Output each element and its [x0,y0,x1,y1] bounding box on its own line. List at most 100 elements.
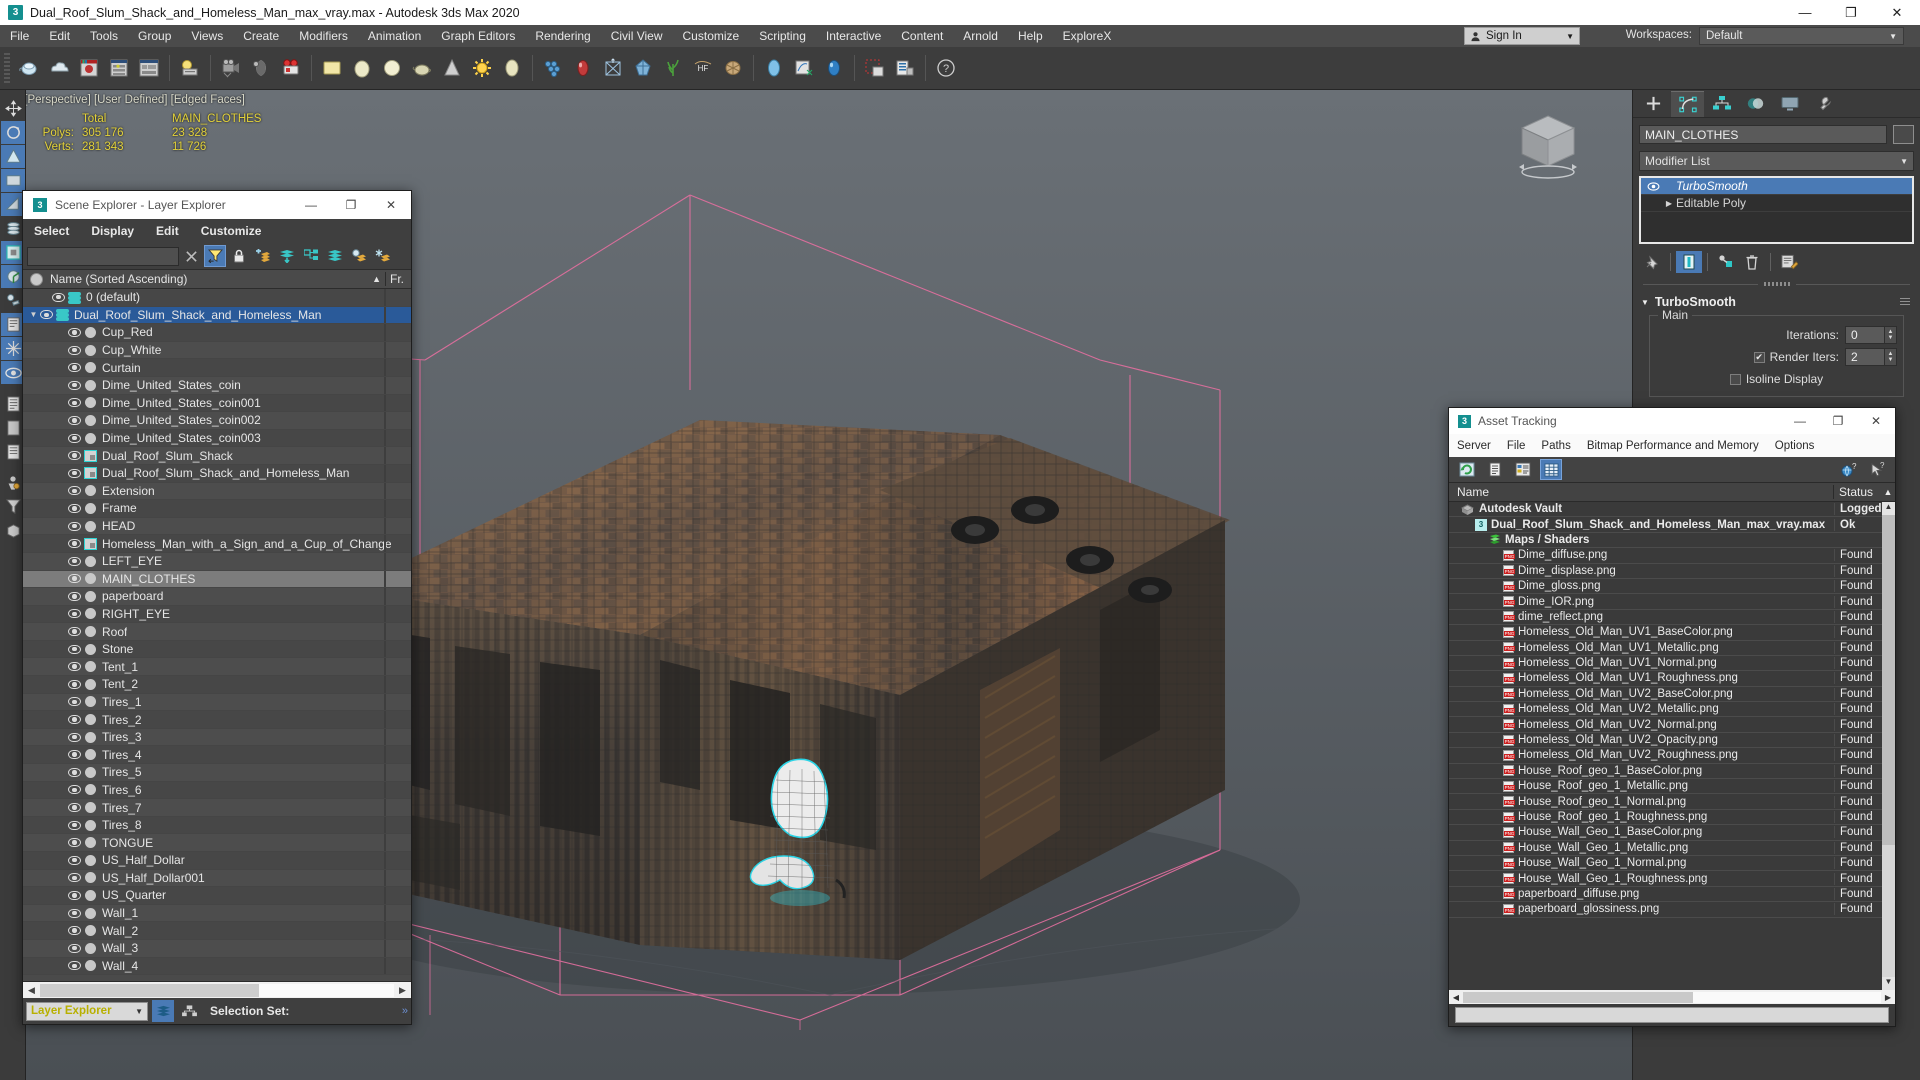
layer-row[interactable]: MAIN_CLOTHES [23,570,411,589]
eye-icon[interactable] [67,627,82,637]
render-production-icon[interactable] [891,54,919,82]
material-editor-icon[interactable] [539,54,567,82]
close-icon[interactable]: ✕ [371,191,411,219]
hscroll-thumb[interactable] [40,983,260,997]
select-link-icon[interactable] [75,54,103,82]
scene-explorer-menu-customize[interactable]: Customize [190,224,273,238]
freeze-layer-icon[interactable] [372,245,394,267]
search-input[interactable] [27,246,179,266]
rotate-icon[interactable] [1,121,25,144]
show-end-result-icon[interactable] [1676,251,1702,273]
crystal-icon[interactable] [629,54,657,82]
menu-item-edit[interactable]: Edit [39,25,80,47]
minimize-icon[interactable]: — [1782,0,1828,25]
layer-row[interactable]: Extension [23,482,411,501]
ellipse-light-icon[interactable] [498,54,526,82]
scroll-left-icon[interactable]: ◀ [23,985,40,996]
layer-row[interactable]: Wall_4 [23,957,411,976]
asset-row[interactable]: PNG Homeless_Old_Man_UV1_Normal.png Found [1449,656,1882,672]
eye-icon[interactable] [67,486,82,496]
layer-row[interactable]: US_Half_Dollar001 [23,869,411,888]
eye-icon[interactable] [67,415,82,425]
layer-row[interactable]: Tires_7 [23,799,411,817]
rectangle-select-icon[interactable] [318,54,346,82]
eye-icon[interactable] [67,890,82,900]
menu-item-rendering[interactable]: Rendering [525,25,600,47]
tab-create[interactable] [1637,91,1670,117]
menu-item-file[interactable]: File [0,25,39,47]
layer-row[interactable]: HEAD [23,517,411,536]
delete-modifier-icon[interactable] [1739,251,1765,273]
tab-display[interactable] [1773,91,1806,117]
eye-icon[interactable] [67,556,82,566]
asset-row[interactable]: PNG Homeless_Old_Man_UV2_Roughness.png Fou… [1449,748,1882,764]
asset-menu-server[interactable]: Server [1449,440,1499,452]
filter-icon[interactable] [204,245,226,267]
help-globe-icon[interactable]: ? [1838,459,1860,480]
eye-icon[interactable] [67,503,82,513]
modifier-eye-icon[interactable] [1644,181,1662,191]
eye-icon[interactable] [67,855,82,865]
layer-row[interactable]: Dual_Roof_Slum_Shack [23,447,411,465]
asset-row[interactable]: PNG Dime_IOR.png Found [1449,594,1882,610]
scroll-left-icon[interactable]: ◀ [1449,993,1463,1002]
asset-row[interactable]: PNG Homeless_Old_Man_UV1_Metallic.png Foun… [1449,641,1882,656]
foliage-icon[interactable] [659,54,687,82]
menu-item-explorex[interactable]: ExploreX [1053,25,1122,47]
eye-icon[interactable] [67,398,82,408]
layer-row[interactable]: Tires_5 [23,764,411,782]
eye-icon[interactable] [67,662,82,672]
tab-hierarchy[interactable] [1705,91,1738,117]
asset-row[interactable]: PNG House_Wall_Geo_1_Normal.png Found [1449,856,1882,872]
asset-row[interactable]: PNG House_Roof_geo_1_Roughness.png Found [1449,810,1882,826]
modifier-list-select[interactable]: Modifier List ▼ [1639,151,1914,171]
eye-icon[interactable] [67,697,82,707]
align-icon[interactable] [599,54,627,82]
asset-row[interactable]: PNG Dime_diffuse.png Found [1449,548,1882,564]
layer-row[interactable]: Cup_White [23,341,411,360]
layer-row[interactable]: Wall_3 [23,939,411,958]
eye-icon[interactable] [67,363,82,373]
expand-chevron-icon[interactable]: » [402,1005,408,1017]
eye-icon[interactable] [39,310,54,320]
make-unique-icon[interactable] [1713,251,1739,273]
hscroll-thumb[interactable] [1463,991,1693,1003]
asset-row[interactable]: PNG Homeless_Old_Man_UV2_BaseColor.png Fou… [1449,687,1882,703]
eye-icon[interactable] [67,327,82,337]
eye-icon[interactable] [67,838,82,848]
select-object-icon[interactable] [217,54,245,82]
toolbar-grip[interactable] [4,53,10,83]
render-iters-spinner[interactable]: 2 ▲ ▼ [1845,348,1897,366]
eye-icon[interactable] [67,732,82,742]
layer-row[interactable]: Dime_United_States_coin002 [23,412,411,430]
menu-item-customize[interactable]: Customize [673,25,750,47]
asset-row[interactable]: PNG dime_reflect.png Found [1449,610,1882,626]
select-by-name-icon[interactable] [247,54,275,82]
pin-stack-icon[interactable] [1639,251,1665,273]
layers-icon[interactable] [324,245,346,267]
layer-row[interactable]: Roof [23,623,411,641]
asset-row[interactable]: PNG paperboard_glossiness.png Found [1449,902,1882,918]
eye-icon[interactable] [67,679,82,689]
modifier-stack-item[interactable]: ▶ Editable Poly [1641,195,1912,212]
hierarchy-mode-icon[interactable] [178,1000,200,1022]
configure-modifier-sets-icon[interactable] [1776,251,1802,273]
asset-row[interactable]: PNG Dime_displase.png Found [1449,564,1882,579]
asset-menu-file[interactable]: File [1499,440,1534,452]
eye-icon[interactable] [67,926,82,936]
scroll-right-icon[interactable]: ▶ [394,985,411,996]
modifier-stack-item[interactable]: TurboSmooth [1641,178,1912,195]
scroll-up-icon[interactable]: ▲ [1882,502,1895,515]
eye-icon[interactable] [67,609,82,619]
redo-icon[interactable] [45,54,73,82]
close-icon[interactable]: ✕ [1857,408,1895,434]
layer-row[interactable]: Tent_1 [23,658,411,677]
asset-menu-options[interactable]: Options [1767,440,1823,452]
eye-icon[interactable] [67,803,82,813]
hierarchy-icon[interactable] [300,245,322,267]
maximize-icon[interactable]: ❐ [1828,0,1874,25]
layer-row[interactable]: US_Quarter [23,887,411,905]
layer-row[interactable]: TONGUE [23,834,411,852]
eye-icon[interactable] [67,943,82,953]
asset-row[interactable]: PNG Dime_gloss.png Found [1449,579,1882,595]
